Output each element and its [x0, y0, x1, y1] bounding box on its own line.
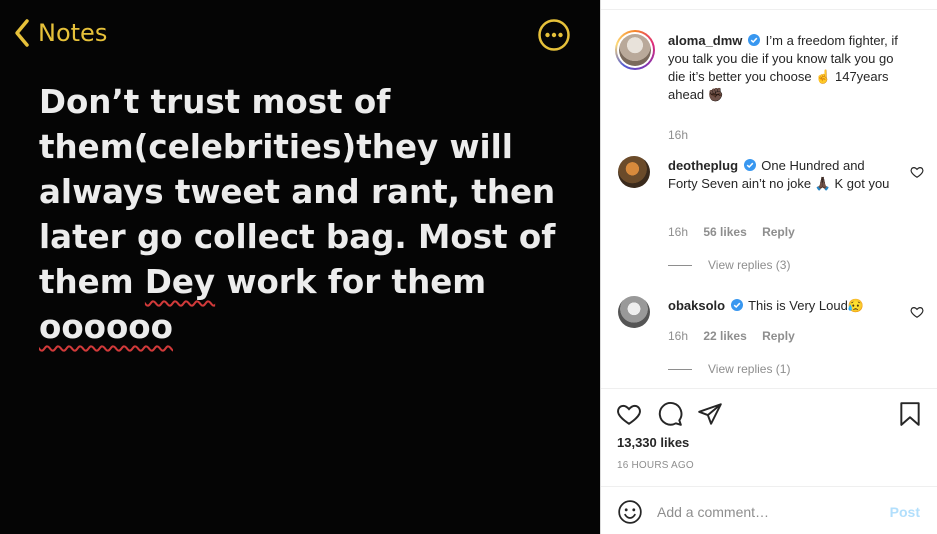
comment-input[interactable] — [657, 499, 877, 525]
comment-meta: 16h 22 likes Reply — [668, 329, 807, 343]
notes-line: them Dey work for them — [39, 260, 589, 305]
comment-time[interactable]: 16h — [668, 225, 688, 239]
heart-icon[interactable] — [616, 401, 642, 427]
caption-time[interactable]: 16h — [668, 128, 688, 142]
post-button[interactable]: Post — [890, 504, 920, 520]
heart-icon[interactable] — [910, 165, 924, 179]
post-time[interactable]: 16 HOURS AGO — [617, 460, 694, 471]
post-sidebar: aloma_dmw I’m a freedom fighter, if you … — [600, 0, 937, 534]
notes-line-part: them — [39, 263, 145, 301]
likes-count[interactable]: 13,330 likes — [617, 435, 689, 450]
comment-likes[interactable]: 22 likes — [703, 329, 746, 343]
verified-icon — [730, 299, 743, 311]
comment-text-block: deotheplug One Hundred and Forty Seven a… — [668, 157, 893, 193]
reply-button[interactable]: Reply — [762, 329, 795, 343]
notes-line-part: work for them — [215, 263, 487, 301]
avatar[interactable] — [618, 156, 650, 188]
comment-meta: 16h 56 likes Reply — [668, 225, 807, 239]
comments-list[interactable]: aloma_dmw I’m a freedom fighter, if you … — [601, 10, 937, 388]
notes-line: later go collect bag. Most of — [39, 218, 556, 256]
header-strip — [601, 0, 937, 10]
notes-back-label: Notes — [38, 19, 108, 47]
comment-time[interactable]: 16h — [668, 329, 688, 343]
verified-icon — [748, 34, 761, 46]
avatar[interactable] — [615, 30, 655, 70]
avatar[interactable] — [618, 296, 650, 328]
notes-line: them(celebrities)they will — [39, 128, 513, 166]
verified-icon — [743, 159, 756, 171]
view-replies-label: View replies (1) — [708, 362, 791, 376]
bookmark-icon[interactable] — [897, 401, 923, 427]
notes-line: Don’t trust most of — [39, 83, 391, 121]
chevron-left-icon — [15, 19, 29, 47]
more-icon — [538, 19, 570, 51]
heart-icon[interactable] — [910, 305, 924, 319]
share-icon[interactable] — [697, 401, 723, 427]
notes-line: always tweet and rant, then — [39, 173, 556, 211]
notes-line: oooooo — [39, 305, 589, 350]
caption-username[interactable]: aloma_dmw — [668, 33, 742, 48]
view-replies-button[interactable]: View replies (3) — [668, 258, 790, 272]
view-replies-label: View replies (3) — [708, 258, 791, 272]
add-comment-bar: Post — [601, 486, 937, 534]
post-actions: 13,330 likes 16 HOURS AGO — [601, 388, 937, 486]
comment-username[interactable]: obaksolo — [668, 298, 725, 313]
comment-icon[interactable] — [657, 401, 683, 427]
notes-back-button: Notes — [14, 18, 107, 48]
comment-text: This is Very Loud😥 — [748, 298, 864, 313]
view-replies-button[interactable]: View replies (1) — [668, 362, 790, 376]
comment-text-block: obaksolo This is Very Loud😥 — [668, 297, 893, 315]
reply-button[interactable]: Reply — [762, 225, 795, 239]
emoji-icon[interactable] — [617, 499, 643, 525]
notes-text: Don’t trust most of them(celebrities)the… — [39, 80, 589, 350]
post-image: Notes Don’t trust most of them(celebriti… — [0, 0, 600, 534]
divider — [668, 368, 692, 370]
comment-likes[interactable]: 56 likes — [703, 225, 746, 239]
caption-text-block: aloma_dmw I’m a freedom fighter, if you … — [668, 32, 913, 104]
misspelled-word: Dey — [144, 263, 216, 301]
comment-username[interactable]: deotheplug — [668, 158, 738, 173]
misspelled-word: oooooo — [39, 308, 173, 346]
caption-meta: 16h — [668, 128, 700, 142]
divider — [668, 264, 692, 266]
